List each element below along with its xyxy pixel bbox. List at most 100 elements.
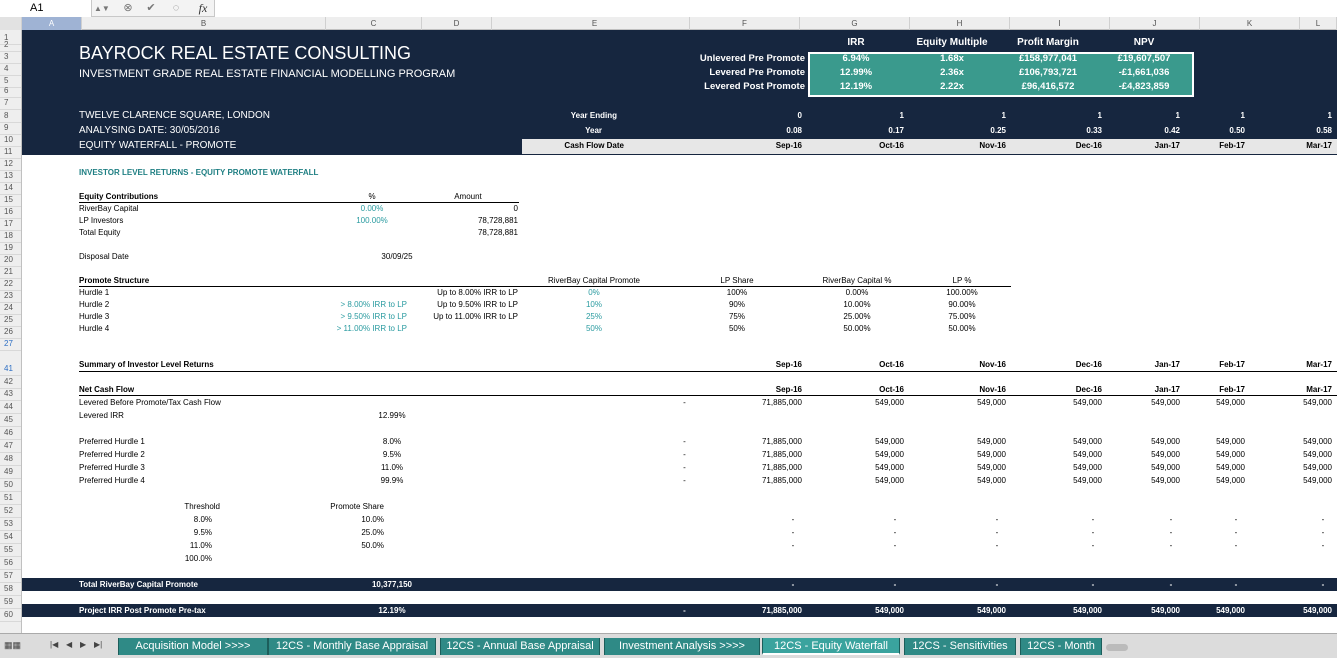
row-header-43[interactable]: 43 [0, 389, 21, 401]
column-header-c[interactable]: C [326, 17, 422, 30]
column-header-a[interactable]: A [22, 17, 82, 30]
sheet-tab[interactable]: 12CS - Month [1020, 638, 1102, 655]
kpi-value: 6.94% [842, 53, 870, 64]
sheet-tab[interactable]: 12CS - Sensitivities [904, 638, 1016, 655]
row-header-41[interactable]: 41 [0, 364, 21, 376]
first-sheet-icon[interactable]: |◀ [50, 640, 58, 649]
cancel-icon[interactable]: ⊗ [120, 1, 136, 16]
row-header-54[interactable]: 54 [0, 532, 21, 544]
promote-row-lp-pct: 50.00% [948, 324, 976, 333]
column-header-b[interactable]: B [82, 17, 326, 30]
stepper-icon[interactable]: ▲▼ [94, 1, 110, 16]
row-header-50[interactable]: 50 [0, 480, 21, 492]
hurdle-row-value: 71,885,000 [761, 450, 802, 459]
column-header-e[interactable]: E [500, 17, 690, 30]
row-header-46[interactable]: 46 [0, 428, 21, 440]
confirm-icon[interactable]: ✔ [143, 1, 159, 16]
row-header-11[interactable]: 11 [0, 147, 21, 159]
name-box[interactable]: A1 [0, 0, 92, 17]
column-header-j[interactable]: J [1110, 17, 1200, 30]
row-header-14[interactable]: 14 [0, 183, 21, 195]
row-header-45[interactable]: 45 [0, 415, 21, 427]
project-irr-value-cell: 549,000 [875, 606, 904, 615]
row-header-7[interactable]: 7 [0, 98, 21, 110]
threshold-dash: - [893, 515, 897, 524]
row-header-56[interactable]: 56 [0, 558, 21, 570]
row-header-10[interactable]: 10 [0, 135, 21, 147]
row-header-23[interactable]: 23 [0, 291, 21, 303]
row-header-55[interactable]: 55 [0, 545, 21, 557]
prev-sheet-icon[interactable]: ◀ [66, 640, 72, 649]
cash-flow-date: Nov-16 [979, 141, 1006, 150]
threshold-dash: - [1321, 515, 1325, 524]
sheet-view-icon[interactable]: ▦▦ [4, 640, 21, 651]
row-header-2[interactable]: 2 [0, 40, 21, 52]
row-header-27[interactable]: 27 [0, 339, 21, 351]
column-header-f[interactable]: F [690, 17, 800, 30]
row-header-18[interactable]: 18 [0, 231, 21, 243]
promote-row-rb-pct: 25.00% [843, 312, 871, 321]
row-header-20[interactable]: 20 [0, 255, 21, 267]
row-header-9[interactable]: 9 [0, 123, 21, 135]
year-ending-label: Year Ending [570, 111, 617, 120]
row-header-25[interactable]: 25 [0, 315, 21, 327]
row-header-17[interactable]: 17 [0, 219, 21, 231]
project-irr-label: Project IRR Post Promote Pre-tax [79, 606, 206, 615]
row-header-6[interactable]: 6 [0, 86, 21, 98]
fx-label[interactable]: fx [192, 0, 214, 17]
row-header-19[interactable]: 19 [0, 243, 21, 255]
sheet-tab[interactable]: Acquisition Model >>>> [118, 638, 268, 655]
threshold-dash: - [1234, 515, 1238, 524]
function-wizard-icon[interactable]: ◌ [166, 1, 186, 16]
row-header-53[interactable]: 53 [0, 519, 21, 531]
section-title: INVESTOR LEVEL RETURNS - EQUITY PROMOTE … [79, 168, 319, 177]
row-header-15[interactable]: 15 [0, 195, 21, 207]
net-cash-flow-date: Dec-16 [1075, 385, 1102, 394]
row-header-58[interactable]: 58 [0, 584, 21, 596]
sheet-tab[interactable]: 12CS - Equity Waterfall [762, 638, 900, 655]
kpi-value: £106,793,721 [1018, 67, 1078, 78]
column-header-g[interactable]: G [800, 17, 910, 30]
year-label: Year [585, 126, 602, 135]
row-header-51[interactable]: 51 [0, 493, 21, 505]
row-header-52[interactable]: 52 [0, 506, 21, 518]
formula-input[interactable] [214, 0, 1337, 17]
year-ending-value: 1 [1240, 111, 1245, 120]
row-header-42[interactable]: 42 [0, 377, 21, 389]
threshold-header: Threshold [184, 502, 220, 511]
row-header-47[interactable]: 47 [0, 441, 21, 453]
sheet-tab[interactable]: Investment Analysis >>>> [604, 638, 760, 655]
row-header-13[interactable]: 13 [0, 171, 21, 183]
row-header-8[interactable]: 8 [0, 111, 21, 123]
equity-row-amount: 78,728,881 [477, 228, 518, 237]
row-header-24[interactable]: 24 [0, 303, 21, 315]
last-sheet-icon[interactable]: ▶| [94, 640, 102, 649]
select-all-corner[interactable] [0, 17, 22, 30]
net-cash-flow-date: Mar-17 [1306, 385, 1332, 394]
row-header-3[interactable]: 3 [0, 52, 21, 64]
worksheet-grid[interactable]: BAYROCK REAL ESTATE CONSULTING INVESTMEN… [22, 30, 1337, 633]
row-header-21[interactable]: 21 [0, 267, 21, 279]
row-header-12[interactable]: 12 [0, 159, 21, 171]
tab-scroll-thumb[interactable] [1106, 644, 1128, 651]
promote-header-rb: RiverBay Capital Promote [547, 276, 641, 285]
row-header-48[interactable]: 48 [0, 454, 21, 466]
row-header-49[interactable]: 49 [0, 467, 21, 479]
row-header-16[interactable]: 16 [0, 207, 21, 219]
row-header-4[interactable]: 4 [0, 64, 21, 76]
sheet-tab[interactable]: 12CS - Monthly Base Appraisal [268, 638, 436, 655]
sheet-tab[interactable]: 12CS - Annual Base Appraisal [440, 638, 600, 655]
next-sheet-icon[interactable]: ▶ [80, 640, 86, 649]
column-header-l[interactable]: L [1300, 17, 1337, 30]
row-header-26[interactable]: 26 [0, 327, 21, 339]
row-header-44[interactable]: 44 [0, 402, 21, 414]
row-header-60[interactable]: 60 [0, 610, 21, 622]
row-header-57[interactable]: 57 [0, 571, 21, 583]
column-header-d[interactable]: D [422, 17, 492, 30]
column-header-k[interactable]: K [1200, 17, 1300, 30]
threshold-value: 100.0% [184, 554, 212, 563]
column-header-h[interactable]: H [910, 17, 1010, 30]
column-header-i[interactable]: I [1010, 17, 1110, 30]
row-header-59[interactable]: 59 [0, 597, 21, 609]
row-header-22[interactable]: 22 [0, 279, 21, 291]
